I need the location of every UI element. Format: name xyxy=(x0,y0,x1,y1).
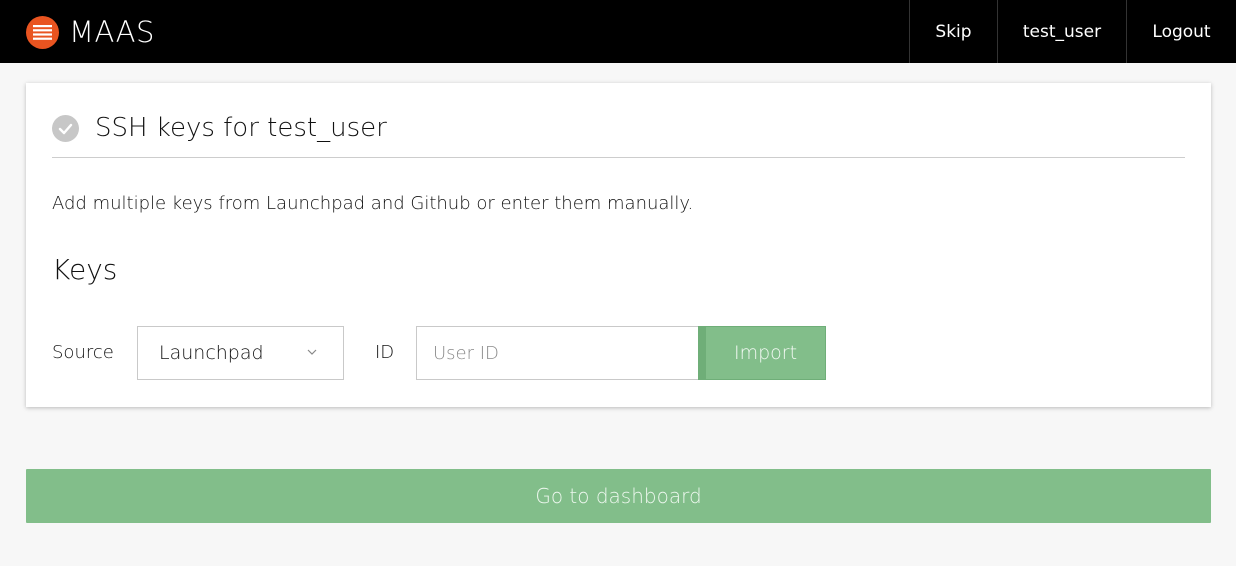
card-title: SSH keys for test_user xyxy=(95,113,387,143)
source-select[interactable]: Launchpad xyxy=(137,326,344,380)
id-label: ID xyxy=(375,342,395,363)
app-title: MAAS xyxy=(69,15,155,49)
ssh-keys-card: SSH keys for test_user Add multiple keys… xyxy=(26,83,1211,407)
chevron-down-icon xyxy=(307,349,317,355)
menu-lines-icon xyxy=(26,15,59,49)
intro-text: Add multiple keys from Launchpad and Git… xyxy=(52,193,694,214)
card-header: SSH keys for test_user xyxy=(52,111,1185,158)
source-label: Source xyxy=(52,342,114,363)
import-button[interactable]: Import xyxy=(698,326,826,380)
skip-link[interactable]: Skip xyxy=(909,0,997,63)
top-navigation-bar: MAAS Skip test_user Logout xyxy=(0,0,1236,63)
top-nav-links: Skip test_user Logout xyxy=(909,0,1236,63)
keys-heading: Keys xyxy=(52,253,118,286)
user-id-input[interactable] xyxy=(416,326,699,380)
user-account-link[interactable]: test_user xyxy=(997,0,1126,63)
check-circle-icon xyxy=(52,115,79,142)
source-select-value: Launchpad xyxy=(159,342,264,364)
go-to-dashboard-button[interactable]: Go to dashboard xyxy=(26,469,1211,523)
logout-link[interactable]: Logout xyxy=(1126,0,1236,63)
brand-home-link[interactable]: MAAS xyxy=(26,15,155,49)
